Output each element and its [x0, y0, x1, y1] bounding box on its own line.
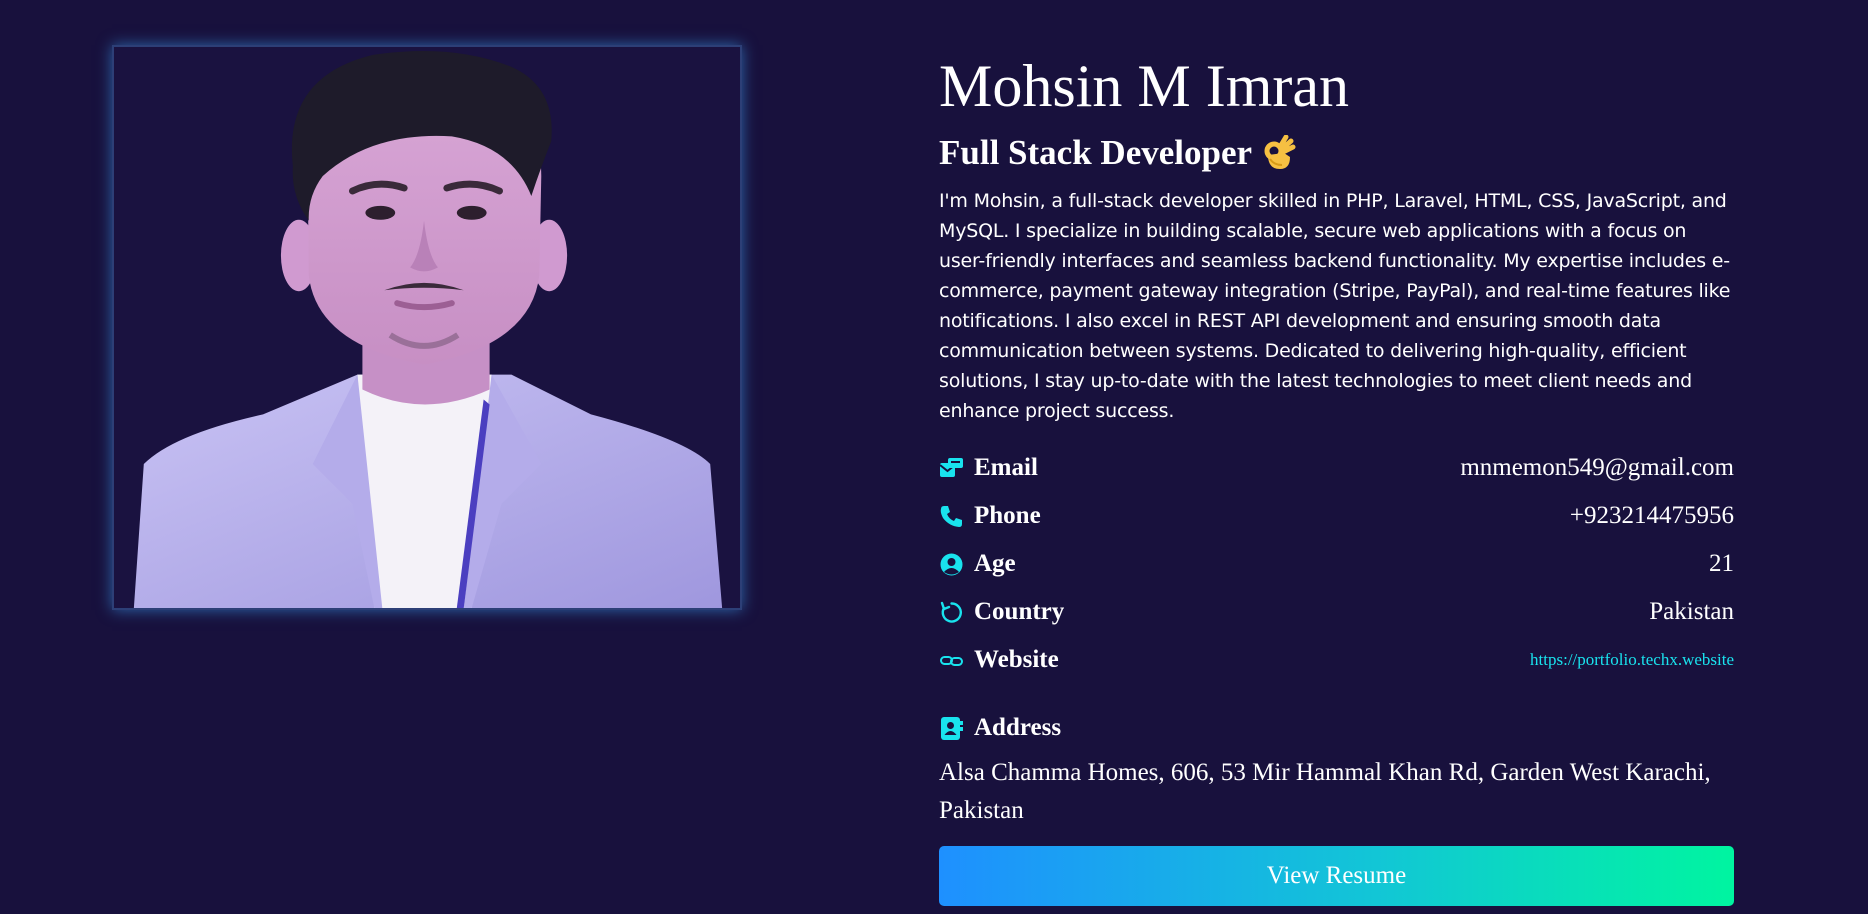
user-circle-icon	[939, 552, 964, 577]
profile-bio: I'm Mohsin, a full-stack developer skill…	[939, 190, 1731, 422]
refresh-icon	[939, 600, 964, 625]
country-value: Pakistan	[1649, 598, 1734, 625]
profile-info: Mohsin M Imran Full Stack Developer I'm …	[939, 40, 1734, 830]
profile-role-text: Full Stack Developer	[939, 133, 1253, 172]
contact-details: Email mnmemon549@gmail.com Phone +923214…	[939, 444, 1734, 684]
profile-role: Full Stack Developer	[939, 132, 1734, 174]
age-value: 21	[1709, 550, 1734, 577]
address-value: Alsa Chamma Homes, 606, 53 Mir Hammal Kh…	[939, 759, 1711, 824]
detail-row-country: Country Pakistan	[939, 588, 1734, 636]
profile-name: Mohsin M Imran	[939, 53, 1349, 119]
address-label: Address	[974, 714, 1062, 741]
phone-label: Phone	[974, 502, 1041, 529]
phone-icon	[939, 504, 964, 529]
link-icon	[939, 648, 964, 673]
email-label: Email	[974, 454, 1038, 481]
phone-value: +923214475956	[1569, 502, 1734, 529]
ok-hand-icon	[1264, 135, 1296, 169]
detail-row-phone: Phone +923214475956	[939, 492, 1734, 540]
detail-row-website: Website https://portfolio.techx.website	[939, 636, 1734, 684]
detail-row-age: Age 21	[939, 540, 1734, 588]
website-link[interactable]: https://portfolio.techx.website	[1530, 650, 1734, 670]
about-section: Mohsin M Imran Full Stack Developer I'm …	[0, 0, 1868, 914]
email-value: mnmemon549@gmail.com	[1460, 454, 1734, 481]
country-label: Country	[974, 598, 1065, 625]
email-icon	[939, 456, 964, 481]
address-book-icon	[939, 716, 964, 741]
age-label: Age	[974, 550, 1016, 577]
website-label: Website	[974, 646, 1059, 673]
view-resume-button[interactable]: View Resume	[939, 846, 1734, 906]
profile-photo	[112, 45, 742, 610]
profile-photo-illustration	[114, 47, 740, 608]
detail-row-email: Email mnmemon549@gmail.com	[939, 444, 1734, 492]
address-heading: Address	[939, 708, 1734, 748]
